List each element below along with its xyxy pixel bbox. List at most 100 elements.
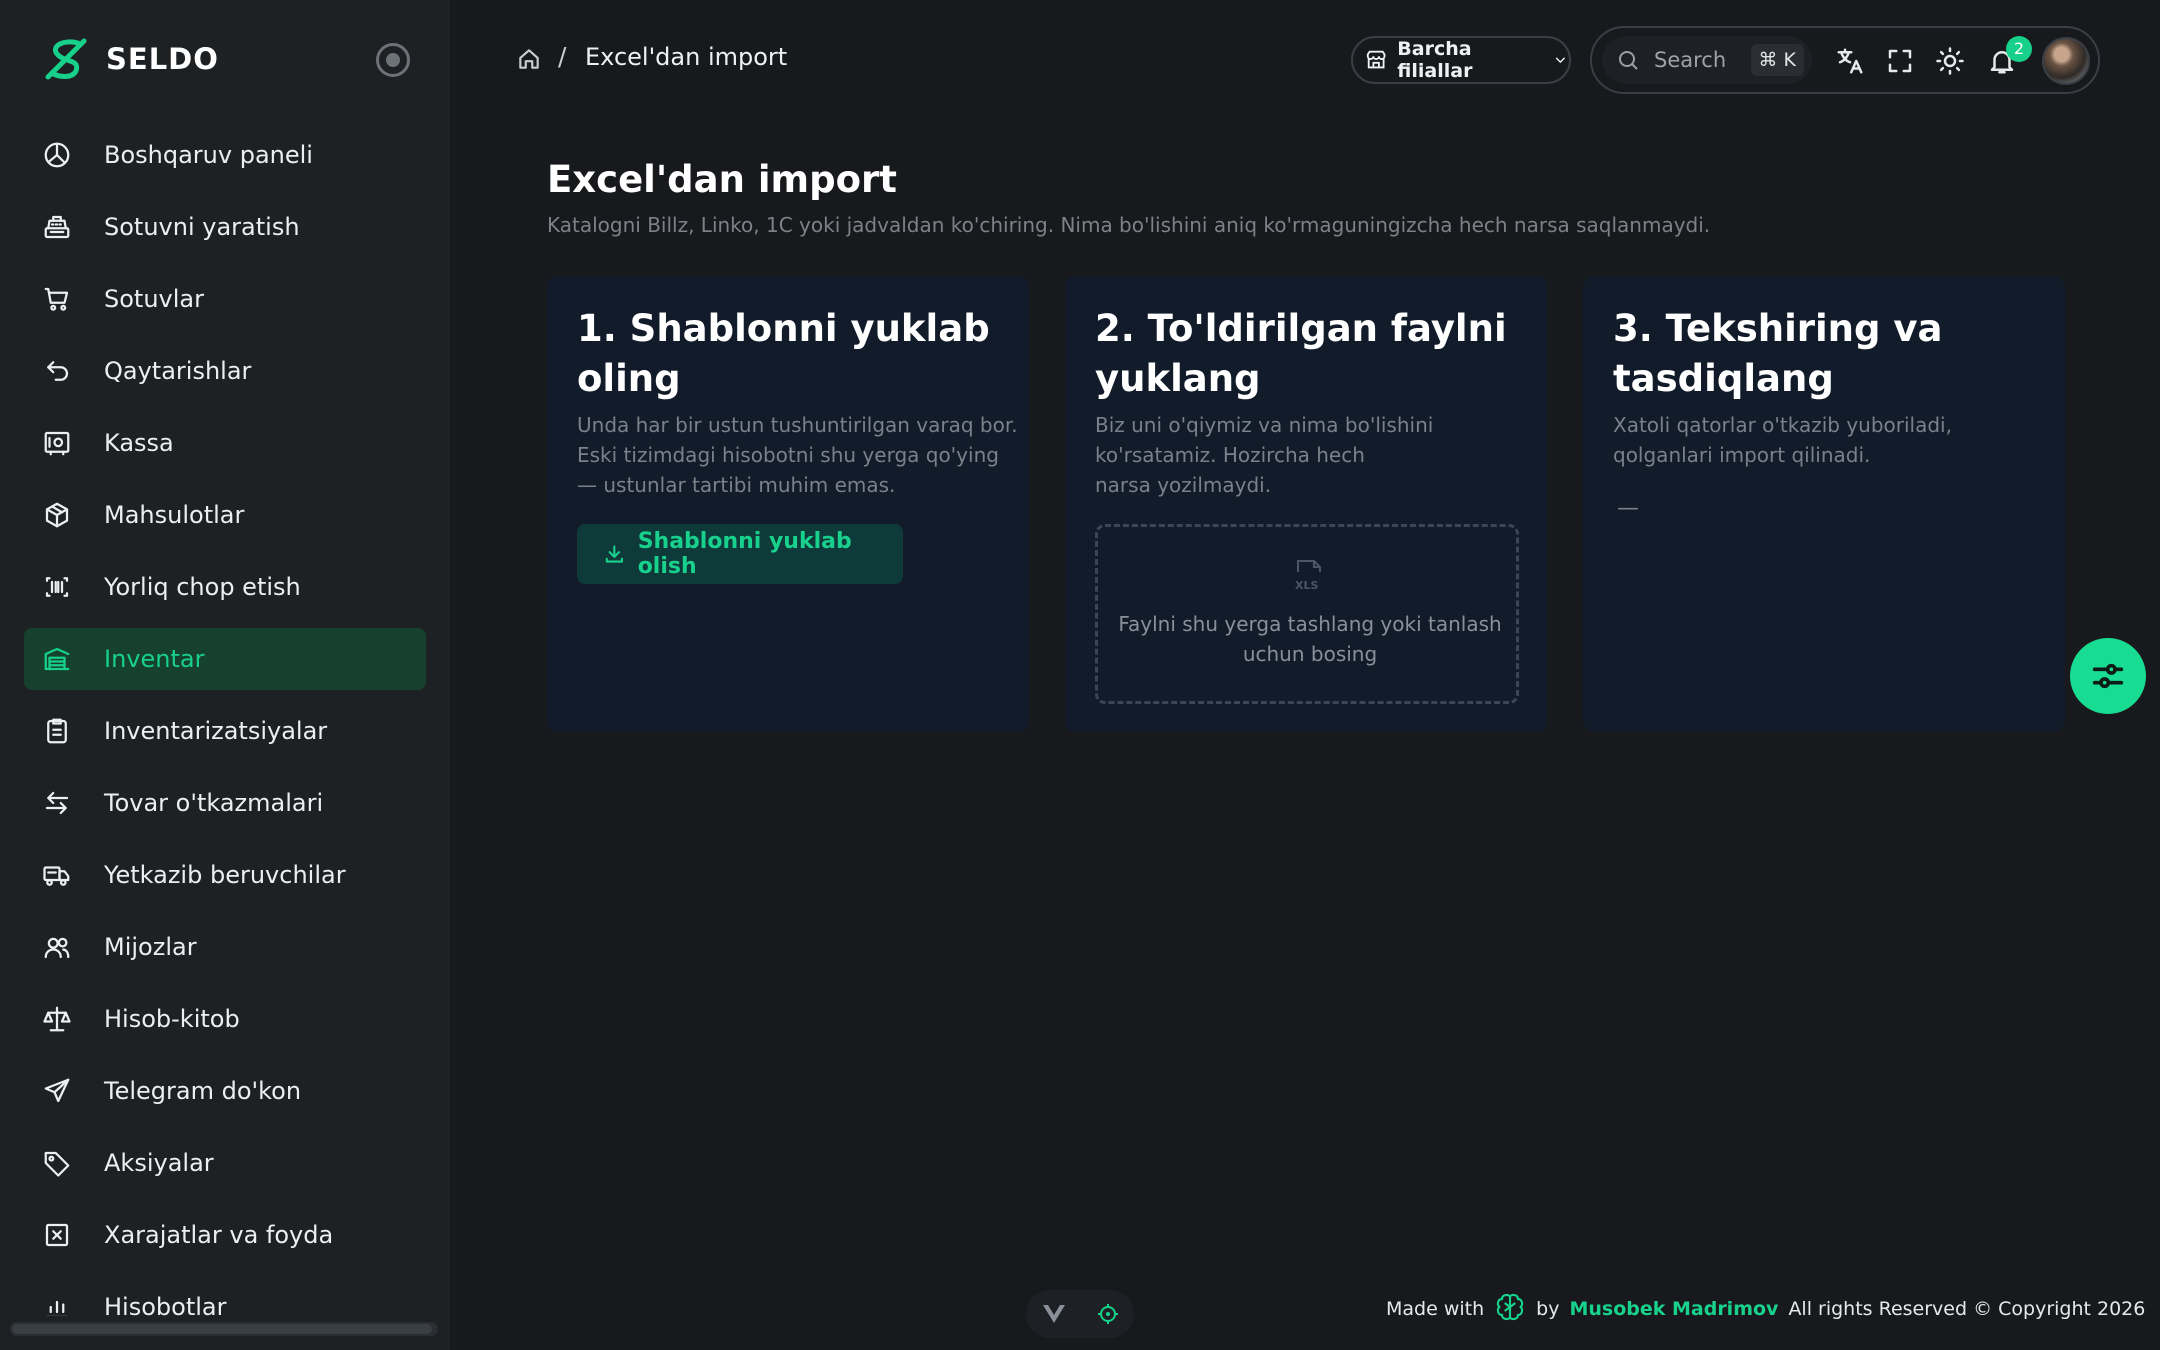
step-card-confirm: 3. Tekshiring va tasdiqlang Xatoli qator… <box>1583 276 2065 732</box>
cash-register-icon <box>42 212 72 242</box>
search-shortcut: ⌘ K <box>1750 44 1804 76</box>
footer: Made with by Musobek Madrimov All rights… <box>1386 1293 2146 1324</box>
sidebar-item-customers[interactable]: Mijozlar <box>24 916 426 978</box>
footer-by: by <box>1536 1298 1560 1320</box>
sidebar-item-label: Kassa <box>104 429 174 457</box>
download-icon <box>605 545 623 563</box>
search-input[interactable]: Search ⌘ K <box>1602 36 1812 84</box>
safe-icon <box>42 428 72 458</box>
file-dropzone[interactable]: XLS Faylni shu yerga tashlang yoki tanla… <box>1095 524 1519 704</box>
sidebar-item-promotions[interactable]: Aksiyalar <box>24 1132 426 1194</box>
sliders-icon <box>2092 663 2124 689</box>
sidebar-scrollbar[interactable] <box>10 1322 438 1336</box>
expense-icon <box>42 1220 72 1250</box>
sidebar-nav: Boshqaruv paneli Sotuvni yaratish Sotuvl… <box>24 124 426 1316</box>
sidebar-item-stocktakes[interactable]: Inventarizatsiyalar <box>24 700 426 762</box>
store-icon <box>1366 50 1386 69</box>
step-description: Biz uni o'qiymiz va nima bo'lishini ko'r… <box>1095 413 1434 497</box>
sidebar-item-sales[interactable]: Sotuvlar <box>24 268 426 330</box>
sidebar-item-suppliers[interactable]: Yetkazib beruvchilar <box>24 844 426 906</box>
tag-icon <box>42 1148 72 1178</box>
chevron-down-icon <box>1555 57 1566 64</box>
footer-author-link[interactable]: Musobek Madrimov <box>1569 1298 1778 1320</box>
sidebar-item-label: Yorliq chop etish <box>104 573 301 601</box>
sidebar-item-label: Telegram do'kon <box>104 1077 302 1105</box>
transfer-icon <box>42 788 72 818</box>
sidebar-item-products[interactable]: Mahsulotlar <box>24 484 426 546</box>
box-icon <box>42 500 72 530</box>
scale-icon <box>42 1004 72 1034</box>
sidebar-item-telegram-shop[interactable]: Telegram do'kon <box>24 1060 426 1122</box>
step-description: Xatoli qatorlar o'tkazib yuboriladi, qol… <box>1613 413 1952 467</box>
sidebar-item-label: Tovar o'tkazmalari <box>104 789 324 817</box>
users-icon <box>42 932 72 962</box>
devtools-pill[interactable] <box>1026 1290 1134 1338</box>
brain-icon <box>1494 1291 1526 1328</box>
sidebar-item-create-sale[interactable]: Sotuvni yaratish <box>24 196 426 258</box>
sidebar-item-label: Inventar <box>104 645 205 673</box>
sidebar-item-label: Yetkazib beruvchilar <box>104 861 346 889</box>
fullscreen-icon[interactable] <box>1885 46 1915 76</box>
breadcrumb-separator: / <box>558 42 567 71</box>
truck-icon <box>42 860 72 890</box>
sidebar-item-returns[interactable]: Qaytarishlar <box>24 340 426 402</box>
xls-icon-text: XLS <box>1295 579 1318 592</box>
page-subtitle: Katalogni Billz, Linko, 1C yoki jadvalda… <box>547 213 1711 237</box>
sidebar-item-cashbox[interactable]: Kassa <box>24 412 426 474</box>
sidebar-item-label: Xarajatlar va foyda <box>104 1221 334 1249</box>
report-icon <box>42 1292 72 1316</box>
settings-fab-button[interactable] <box>2070 638 2146 714</box>
download-template-button[interactable]: Shablonni yuklab olish <box>577 524 903 584</box>
brand-name: SELDO <box>106 42 219 76</box>
sidebar-item-label-print[interactable]: Yorliq chop etish <box>24 556 426 618</box>
sun-icon[interactable] <box>1935 46 1965 76</box>
dropzone-text: Faylni shu yerga tashlang yoki tanlash u… <box>1118 612 1502 666</box>
avatar[interactable] <box>2042 37 2090 85</box>
barcode-icon <box>42 572 72 602</box>
sidebar-item-transfers[interactable]: Tovar o'tkazmalari <box>24 772 426 834</box>
empty-placeholder: — <box>1617 496 1639 521</box>
xls-file-icon: XLS <box>1292 557 1328 593</box>
breadcrumb-current: Excel'dan import <box>585 43 788 71</box>
return-icon <box>42 356 72 386</box>
clipboard-icon <box>42 716 72 746</box>
footer-made-with: Made with <box>1386 1298 1485 1320</box>
footer-copyright: All rights Reserved © Copyright 2026 <box>1788 1298 2146 1320</box>
sidebar-item-label: Mijozlar <box>104 933 197 961</box>
vue-logo-icon <box>1042 1305 1065 1323</box>
translate-icon[interactable] <box>1835 46 1865 76</box>
search-icon <box>1619 51 1638 70</box>
step-description: Unda har bir ustun tushuntirilgan varaq … <box>577 413 1018 497</box>
page-title: Excel'dan import <box>547 158 897 201</box>
download-template-label: Shablonni yuklab olish <box>637 529 852 579</box>
sidebar-item-label: Aksiyalar <box>104 1149 214 1177</box>
sidebar-nav-viewport[interactable]: Boshqaruv paneli Sotuvni yaratish Sotuvl… <box>0 124 450 1316</box>
sidebar-item-expenses[interactable]: Xarajatlar va foyda <box>24 1204 426 1266</box>
sidebar-item-label: Sotuvlar <box>104 285 204 313</box>
sidebar-item-label: Boshqaruv paneli <box>104 141 313 169</box>
step-title: 3. Tekshiring va tasdiqlang <box>1613 307 1943 400</box>
step-card-download: 1. Shablonni yuklab oling Unda har bir u… <box>547 276 1029 732</box>
sidebar-item-dashboard[interactable]: Boshqaruv paneli <box>24 124 426 186</box>
sidebar-item-label: Mahsulotlar <box>104 501 245 529</box>
sidebar-item-reports[interactable]: Hisobotlar <box>24 1276 426 1316</box>
send-icon <box>42 1076 72 1106</box>
step-title: 2. To'ldirilgan faylni yuklang <box>1095 307 1507 400</box>
warehouse-icon <box>42 644 72 674</box>
sidebar-item-inventory[interactable]: Inventar <box>24 628 426 690</box>
home-icon[interactable] <box>516 46 542 72</box>
sidebar-item-label: Hisobotlar <box>104 1293 227 1316</box>
brand-logo-icon <box>45 38 87 80</box>
sidebar-item-accounting[interactable]: Hisob-kitob <box>24 988 426 1050</box>
sidebar-item-label: Inventarizatsiyalar <box>104 717 328 745</box>
branch-select-value: Barcha filiallar <box>1397 38 1473 82</box>
sidebar-collapse-toggle[interactable] <box>376 43 410 77</box>
notification-badge: 2 <box>2006 36 2032 62</box>
sidebar-item-label: Qaytarishlar <box>104 357 252 385</box>
branch-select[interactable]: Barcha filiallar <box>1351 36 1571 84</box>
top-header: / Excel'dan import Barcha filiallar Sear… <box>450 0 2160 120</box>
sidebar-item-label: Hisob-kitob <box>104 1005 240 1033</box>
sidebar-item-label: Sotuvni yaratish <box>104 213 300 241</box>
sidebar-scrollbar-thumb[interactable] <box>12 1324 432 1334</box>
brand[interactable]: SELDO <box>40 34 219 84</box>
